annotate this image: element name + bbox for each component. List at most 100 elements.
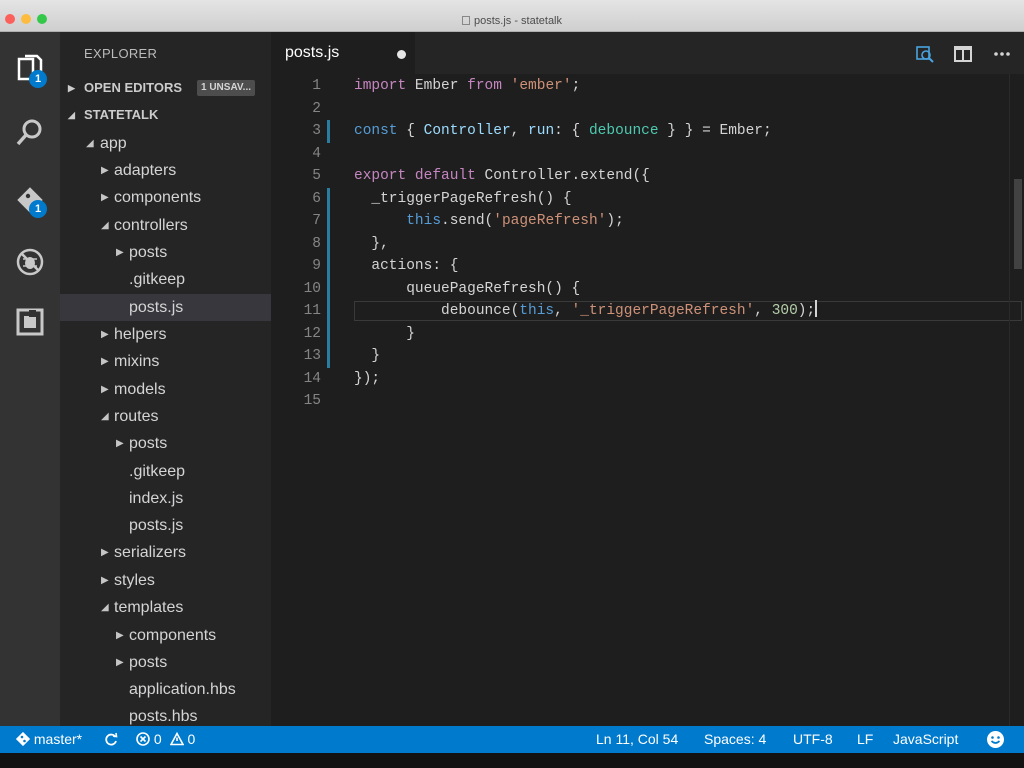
explorer-sidebar: EXPLORER ▶ OPEN EDITORS 1 UNSAV... ◢ STA… [60,32,271,726]
code-token: import [354,78,407,94]
code-text: _triggerPageRefresh() { [354,188,571,211]
open-changes-button[interactable] [914,43,936,65]
code-token: , [510,123,529,139]
tree-item-adapters[interactable]: ▶ adapters [60,157,271,184]
tree-item-posts-js[interactable]: posts.js [60,512,271,539]
code-line[interactable]: 15 [271,390,1024,413]
code-text: actions: { [354,255,458,278]
tree-item-serializers[interactable]: ▶ serializers [60,539,271,566]
line-number: 6 [312,190,321,207]
debug-activity-button[interactable] [0,236,60,288]
tree-item-label: templates [114,599,184,616]
tree-item-label: components [129,627,217,644]
code-token: run [528,123,555,139]
cursor-position[interactable]: Ln 11, Col 54 [596,726,678,753]
tree-item-templates[interactable]: ◢ templates [60,594,271,621]
encoding-setting[interactable]: UTF-8 [793,726,833,753]
tree-item-label: helpers [114,326,167,343]
code-text: }, [354,233,389,256]
code-line[interactable]: 7 this.send('pageRefresh'); [271,210,1024,233]
error-icon [136,732,150,746]
text-cursor [815,300,818,317]
more-actions-button[interactable] [991,43,1013,65]
open-editors-section[interactable]: ▶ OPEN EDITORS 1 UNSAV... [60,75,271,101]
status-bar: master* 0 0 Ln 11, Col 54 Spaces: 4 UTF-… [0,726,1024,753]
indentation-setting[interactable]: Spaces: 4 [704,726,766,753]
code-text: }); [354,368,380,391]
language-mode[interactable]: JavaScript [893,726,958,753]
eol-setting[interactable]: LF [857,726,873,753]
code-token: Ember [406,78,468,94]
tree-item-components[interactable]: ▶ components [60,622,271,649]
window-title: posts.js - statetalk [0,14,1024,28]
chevron-right-icon: ▶ [101,329,109,340]
split-editor-button[interactable] [952,43,974,65]
code-token: ); [797,303,816,319]
tree-item-components[interactable]: ▶ components [60,184,271,211]
code-line[interactable]: 8 }, [271,232,1024,256]
tree-item-label: posts.hbs [129,708,198,725]
project-section[interactable]: ◢ STATETALK [60,102,271,128]
sync-button[interactable] [104,726,118,753]
line-number: 10 [303,280,321,297]
open-changes-icon [916,46,934,63]
line-number: 4 [312,145,321,162]
tree-item-index-js[interactable]: index.js [60,485,271,512]
code-line[interactable]: 5 export default Controller.extend({ [271,165,1024,188]
code-line[interactable]: 12 } [271,322,1024,345]
code-token: ); [606,213,624,229]
unsaved-dot-icon[interactable] [397,50,406,59]
tree-item-posts[interactable]: ▶ posts [60,649,271,676]
tree-item-styles[interactable]: ▶ styles [60,567,271,594]
tree-item-controllers[interactable]: ◢ controllers [60,212,271,239]
code-line[interactable]: 4 [271,143,1024,166]
tree-item-app[interactable]: ◢ app [60,130,271,157]
code-line[interactable]: 2 [271,98,1024,121]
extensions-activity-button[interactable] [0,296,60,348]
code-line[interactable]: 6 _triggerPageRefresh() { [271,187,1024,211]
code-line[interactable]: 9 actions: { [271,255,1024,278]
open-editors-label: OPEN EDITORS [84,80,183,95]
tab-posts-js[interactable]: posts.js [271,32,415,74]
code-line[interactable]: 10 queuePageRefresh() { [271,277,1024,300]
tree-item-routes[interactable]: ◢ routes [60,403,271,430]
explorer-activity-button[interactable]: 1 [0,44,60,96]
tree-item-gitkeep[interactable]: .gitkeep [60,458,271,485]
tree-item-label: adapters [114,162,177,179]
code-token: const [354,123,398,139]
tree-item-label: posts [129,244,168,261]
tree-item-posts-js-selected[interactable]: posts.js [60,294,271,321]
code-token: }, [354,235,389,252]
code-line[interactable]: 11 debounce(this, '_triggerPageRefresh',… [271,300,1024,323]
sync-icon [105,732,118,746]
tree-item-label: styles [114,572,155,589]
tree-item-models[interactable]: ▶ models [60,376,271,403]
tree-item-application-hbs[interactable]: application.hbs [60,676,271,703]
code-token: export [354,168,407,184]
source-control-activity-button[interactable]: 1 [0,174,60,226]
chevron-down-icon: ◢ [101,411,109,422]
branch-indicator[interactable]: master* [15,726,83,753]
code-line[interactable]: 13 } [271,345,1024,368]
code-line[interactable]: 1 import Ember from 'ember'; [271,75,1024,98]
branch-name: master* [33,731,83,747]
activity-bar: 1 1 [0,32,60,726]
tree-item-posts[interactable]: ▶ posts [60,239,271,266]
scrollbar-thumb[interactable] [1014,179,1022,269]
tree-item-posts-hbs[interactable]: posts.hbs [60,703,271,726]
code-line[interactable]: 14}); [271,368,1024,391]
line-number: 7 [312,213,321,229]
window-title-text: posts.js - statetalk [473,15,563,27]
tree-item-label: posts.js [129,299,184,316]
editor-scrollbar[interactable] [1009,74,1024,726]
tree-item-posts[interactable]: ▶ posts [60,430,271,457]
code-line[interactable]: 3 const { Controller, run: { debounce } }… [271,120,1024,143]
problems-indicator[interactable]: 0 0 [136,726,195,753]
code-token: from [467,78,502,94]
chevron-down-icon: ◢ [101,220,109,231]
tree-item-mixins[interactable]: ▶ mixins [60,348,271,375]
tree-item-helpers[interactable]: ▶ helpers [60,321,271,348]
source-control-badge: 1 [29,200,47,218]
tree-item-gitkeep[interactable]: .gitkeep [60,266,271,293]
search-activity-button[interactable] [0,106,60,158]
